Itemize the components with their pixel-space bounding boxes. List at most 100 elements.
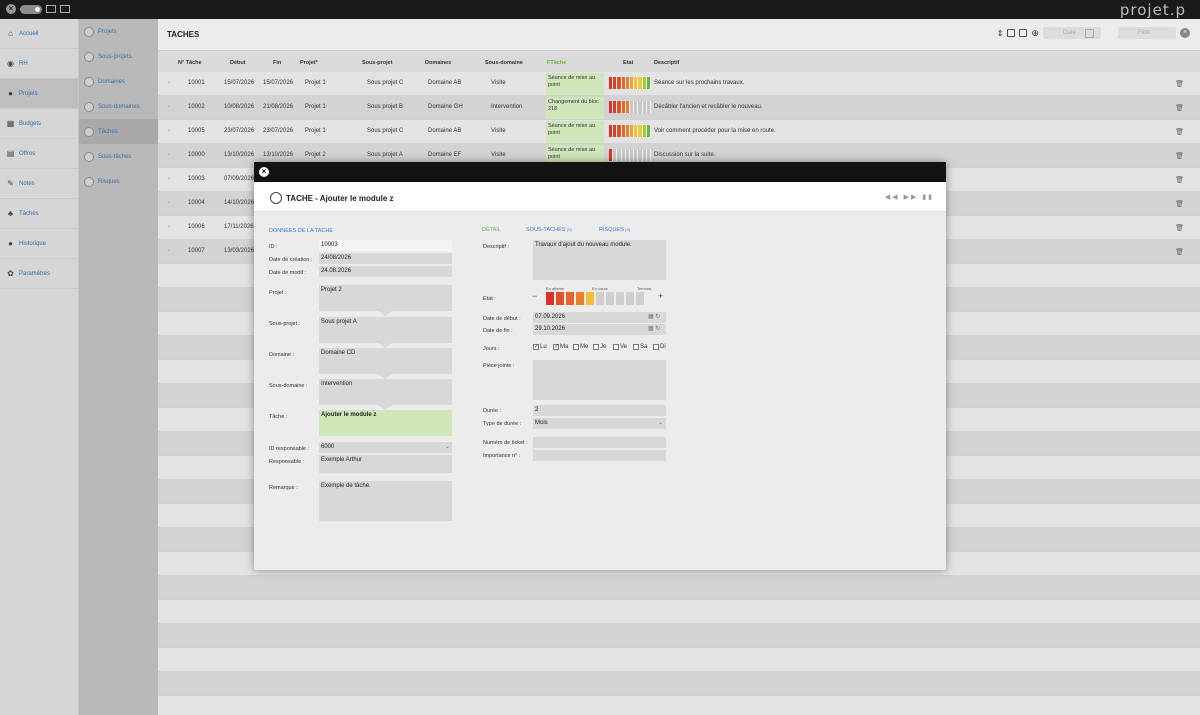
window-icon[interactable] — [60, 5, 70, 13]
nav-item-accueil[interactable]: ⌂ Accueil — [0, 19, 78, 49]
state-segment[interactable] — [546, 292, 554, 305]
close-icon[interactable]: × — [6, 4, 16, 14]
subnav-item[interactable]: Domaines — [79, 69, 158, 94]
day-checkbox[interactable]: Me — [573, 344, 588, 350]
trash-icon[interactable]: 🗑 — [1175, 224, 1184, 232]
subdomain-field[interactable]: Intervention — [319, 379, 452, 405]
row-expand-icon[interactable]: › — [168, 128, 170, 134]
column-header[interactable]: Sous-domaine — [485, 60, 523, 66]
trash-icon[interactable]: 🗑 — [1175, 104, 1184, 112]
filter-field[interactable]: Fitre — [1118, 27, 1176, 39]
state-segment[interactable] — [576, 292, 584, 305]
row-expand-icon[interactable]: › — [168, 224, 170, 230]
checkbox[interactable] — [593, 344, 599, 350]
importance-field[interactable] — [533, 450, 666, 461]
nav-item-budgets[interactable]: ▦ Budgets — [0, 109, 78, 139]
checkbox[interactable] — [613, 344, 619, 350]
nav-item-projets[interactable]: ● Projets — [0, 79, 78, 109]
subnav-item[interactable]: Sous-projets — [79, 44, 158, 69]
subproject-field[interactable]: Sous projet A — [319, 317, 452, 343]
minus-icon[interactable]: − — [532, 291, 537, 301]
day-checkbox[interactable]: Sa — [633, 344, 647, 350]
day-checkbox[interactable]: ✓ Ma — [553, 344, 568, 350]
project-field[interactable]: Projet 2 — [319, 285, 452, 311]
trash-icon[interactable]: 🗑 — [1175, 248, 1184, 256]
resp-id-field[interactable]: 6000 — [319, 442, 452, 453]
modified-field[interactable]: 24.08.2026 — [319, 266, 452, 277]
plus-icon[interactable]: + — [658, 291, 663, 301]
chevron-down-icon[interactable]: ⌄ — [658, 419, 663, 426]
date-start-input[interactable]: 07.09.2026 — [533, 312, 666, 323]
row-expand-icon[interactable]: › — [168, 104, 170, 110]
toggle-switch[interactable] — [20, 4, 42, 14]
column-header[interactable]: N° Tâche — [178, 60, 202, 66]
row-expand-icon[interactable]: › — [168, 200, 170, 206]
trash-icon[interactable]: 🗑 — [1175, 80, 1184, 88]
row-expand-icon[interactable]: › — [168, 152, 170, 158]
date-end-input[interactable]: 29.10.2026 — [533, 324, 666, 335]
subnav-item[interactable]: Sous-tâches — [79, 144, 158, 169]
row-expand-icon[interactable]: › — [168, 248, 170, 254]
row-expand-icon[interactable]: › — [168, 176, 170, 182]
trash-icon[interactable]: 🗑 — [1175, 152, 1184, 160]
resp-field[interactable]: Exemple Arthur — [319, 455, 452, 473]
tab-risks[interactable]: RISQUES (0) — [599, 227, 630, 233]
subnav-item[interactable]: Projets — [79, 19, 158, 44]
ticket-field[interactable] — [533, 437, 666, 448]
nav-item-paramètres[interactable]: ✿ Paramètres — [0, 259, 78, 289]
export-icon[interactable] — [1007, 29, 1016, 37]
state-segment[interactable] — [566, 292, 574, 305]
day-checkbox[interactable]: Di — [653, 344, 666, 350]
column-header[interactable]: Descriptif — [654, 60, 679, 66]
list-icon[interactable] — [46, 5, 56, 13]
task-field[interactable]: Ajouter le module z — [319, 410, 452, 436]
trash-icon[interactable]: 🗑 — [1175, 128, 1184, 136]
day-checkbox[interactable]: ✓ Lu — [533, 344, 547, 350]
duration-field[interactable]: 2 — [533, 405, 666, 416]
chevron-down-icon[interactable]: ⌄ — [445, 443, 450, 450]
nav-item-offres[interactable]: ▤ Offres — [0, 139, 78, 169]
subnav-item[interactable]: Tâches — [79, 119, 166, 144]
print-icon[interactable] — [1019, 29, 1028, 37]
calendar-icon[interactable] — [1085, 28, 1094, 38]
nav-item-notes[interactable]: ✎ Notes — [0, 169, 78, 199]
table-row[interactable]: › 10002 10/08/2026 21/08/2026 Projet 1 Sous p… — [158, 96, 1200, 120]
table-row[interactable]: › 10005 23/07/2026 23/07/2026 Projet 1 Sous p… — [158, 120, 1200, 144]
duration-type-select[interactable]: Mois — [533, 418, 666, 429]
clear-filter-icon[interactable]: × — [1180, 28, 1190, 38]
column-header[interactable]: Sous-projet — [362, 60, 393, 66]
tab-subtasks[interactable]: SOUS-TACHES (0) — [526, 227, 572, 233]
state-segment[interactable] — [626, 292, 634, 305]
nav-item-tâches[interactable]: ♣ Tâches — [0, 199, 78, 229]
checkbox[interactable]: ✓ — [553, 344, 559, 350]
day-checkbox[interactable]: Je — [593, 344, 606, 350]
column-header[interactable]: Projet* — [300, 60, 318, 66]
subnav-item[interactable]: Risques — [79, 169, 158, 194]
tab-detail[interactable]: DÉTAIL — [482, 227, 501, 233]
state-segment[interactable] — [556, 292, 564, 305]
state-segment[interactable] — [616, 292, 624, 305]
row-expand-icon[interactable]: › — [168, 80, 170, 86]
state-segment[interactable] — [596, 292, 604, 305]
column-header[interactable]: Etat — [623, 60, 633, 66]
add-icon[interactable]: ⊕ — [1031, 28, 1039, 39]
table-row[interactable]: › 10001 15/07/2026 15/07/2026 Projet 1 Sous p… — [158, 72, 1200, 96]
domain-field[interactable]: Domaine CD — [319, 348, 452, 374]
nav-item-rh[interactable]: ◉ RH — [0, 49, 78, 79]
column-header[interactable]: Début — [230, 60, 246, 66]
checkbox[interactable] — [573, 344, 579, 350]
id-field[interactable]: 10003 — [319, 240, 452, 251]
subnav-item[interactable]: Sous-domaines — [79, 94, 158, 119]
column-header[interactable]: FTâche — [547, 60, 566, 66]
record-navigation[interactable]: ◀◀ ▶▶ ▮▮ — [885, 193, 934, 201]
checkbox[interactable] — [633, 344, 639, 350]
modal-close-icon[interactable]: × — [259, 167, 269, 177]
trash-icon[interactable]: 🗑 — [1175, 176, 1184, 184]
attachment-field[interactable] — [533, 360, 666, 400]
column-header[interactable]: Domaines — [425, 60, 451, 66]
state-segment[interactable] — [606, 292, 614, 305]
created-field[interactable]: 24/08/2026 — [319, 253, 452, 264]
column-header[interactable]: Fin — [273, 60, 281, 66]
state-segment[interactable] — [586, 292, 594, 305]
remark-field[interactable]: Exemple de tâche. — [319, 481, 452, 521]
